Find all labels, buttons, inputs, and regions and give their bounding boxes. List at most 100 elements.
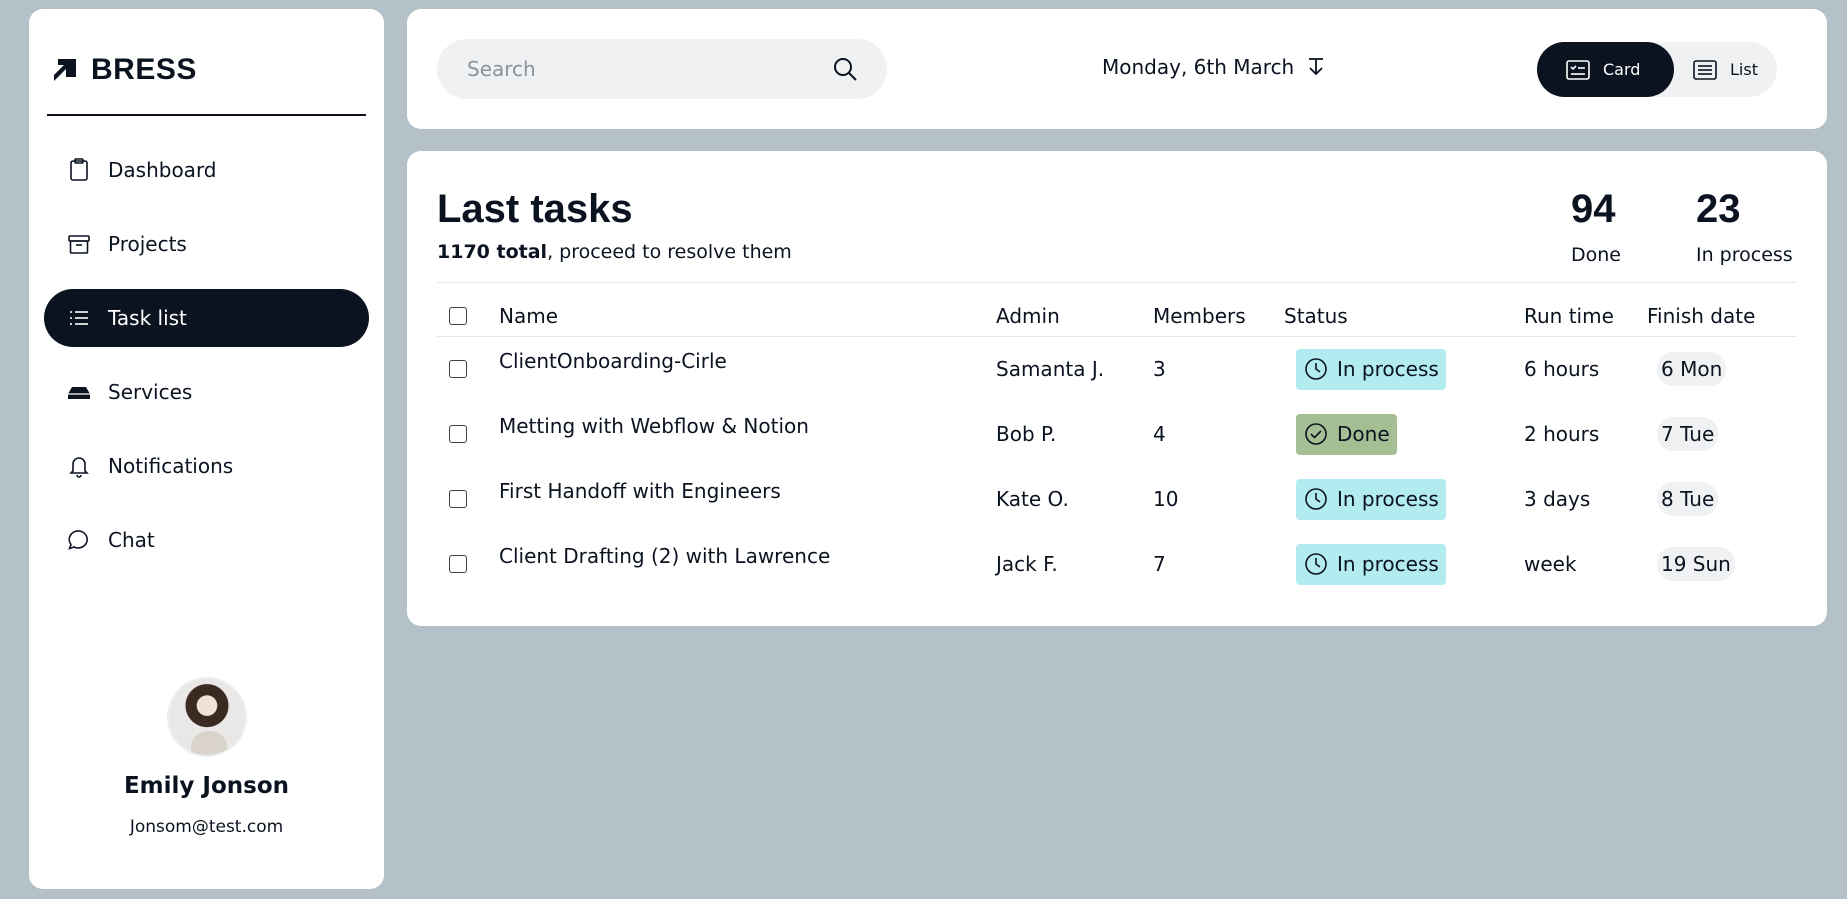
clock-icon <box>1305 553 1327 575</box>
archive-box-icon <box>68 235 90 254</box>
column-header-members[interactable]: Members <box>1153 304 1284 328</box>
sidebar-item-projects[interactable]: Projects <box>44 215 369 273</box>
search-bar <box>437 39 887 99</box>
user-profile: Emily Jonson Jonsom@test.com <box>29 677 384 837</box>
status-badge: Done <box>1296 413 1397 455</box>
tasks-total: 1170 total <box>437 241 548 263</box>
task-members: 4 <box>1153 422 1166 446</box>
status-label: In process <box>1337 357 1439 381</box>
chat-bubble-icon <box>68 530 88 550</box>
stat-in-process-label: In process <box>1696 244 1793 266</box>
status-label: Done <box>1337 422 1390 446</box>
task-name[interactable]: ClientOnboarding-Cirle <box>499 341 996 373</box>
stat-in-process-value: 23 <box>1696 187 1741 231</box>
column-header-finish-date[interactable]: Finish date <box>1647 304 1777 328</box>
column-header-name[interactable]: Name <box>499 304 996 328</box>
task-members: 3 <box>1153 357 1166 381</box>
brand[interactable]: BRESS <box>51 45 197 95</box>
sidebar-item-chat[interactable]: Chat <box>44 511 369 569</box>
page-title: Last tasks <box>437 187 633 231</box>
row-checkbox[interactable] <box>449 360 467 378</box>
list-icon <box>70 311 88 325</box>
task-admin: Jack F. <box>996 552 1058 576</box>
select-all-checkbox[interactable] <box>449 307 467 325</box>
table-row[interactable]: Metting with Webflow & Notion Bob P. 4 D… <box>437 406 1797 462</box>
stat-done-value: 94 <box>1571 187 1616 231</box>
row-checkbox[interactable] <box>449 555 467 573</box>
date-label: Monday, 6th March <box>1102 55 1295 79</box>
finish-date-pill: 8 Tue <box>1657 482 1719 516</box>
brand-name: BRESS <box>91 53 197 86</box>
clock-icon <box>1305 488 1327 510</box>
task-admin: Bob P. <box>996 422 1057 446</box>
task-members: 7 <box>1153 552 1166 576</box>
profile-name: Emily Jonson <box>123 773 290 799</box>
task-run-time: 6 hours <box>1524 357 1600 381</box>
header-divider <box>437 282 1797 283</box>
bell-icon <box>69 457 89 478</box>
brand-divider <box>47 114 366 116</box>
sidebar-item-task-list[interactable]: Task list <box>44 289 369 347</box>
table-header: Name Admin Members Status Run time Finis… <box>437 291 1797 341</box>
tasks-summary: 1170 total, proceed to resolve them <box>437 241 792 263</box>
profile-email: Jonsom@test.com <box>129 817 284 837</box>
table-row[interactable]: ClientOnboarding-Cirle Samanta J. 3 In p… <box>437 341 1797 397</box>
status-badge: In process <box>1296 478 1446 520</box>
finish-date-pill: 7 Tue <box>1657 417 1719 451</box>
list-view-button[interactable]: List <box>1682 42 1777 97</box>
sidebar-item-notifications[interactable]: Notifications <box>44 437 369 495</box>
date-sort-button[interactable]: Monday, 6th March <box>1102 55 1328 79</box>
finish-date-pill: 6 Mon <box>1657 352 1727 386</box>
sidebar-item-label: Notifications <box>108 454 234 478</box>
stat-done-label: Done <box>1571 244 1621 266</box>
status-label: In process <box>1337 487 1439 511</box>
sidebar: BRESS Dashboard Projects Task list Servi… <box>29 9 384 889</box>
task-name[interactable]: First Handoff with Engineers <box>499 471 996 503</box>
view-toggle: Card List <box>1537 42 1777 97</box>
status-badge: In process <box>1296 543 1446 585</box>
sidebar-item-dashboard[interactable]: Dashboard <box>44 141 369 199</box>
finish-date-pill: 19 Sun <box>1657 547 1735 581</box>
column-header-status[interactable]: Status <box>1284 304 1524 328</box>
row-checkbox[interactable] <box>449 490 467 508</box>
task-admin: Kate O. <box>996 487 1069 511</box>
task-run-time: 3 days <box>1524 487 1591 511</box>
sort-arrow-down-icon <box>1309 58 1324 76</box>
search-icon[interactable] <box>831 55 859 83</box>
task-name[interactable]: Metting with Webflow & Notion <box>499 406 996 438</box>
sidebar-item-label: Dashboard <box>108 158 217 182</box>
table-row[interactable]: Client Drafting (2) with Lawrence Jack F… <box>437 536 1797 592</box>
avatar[interactable] <box>166 677 247 757</box>
task-run-time: week <box>1524 552 1577 576</box>
clock-icon <box>1305 358 1327 380</box>
card-view-label: Card <box>1603 60 1641 79</box>
list-view-icon <box>1693 59 1717 80</box>
status-badge: In process <box>1296 348 1446 390</box>
status-label: In process <box>1337 552 1439 576</box>
search-input[interactable] <box>467 57 831 81</box>
task-members: 10 <box>1153 487 1179 511</box>
clipboard-icon <box>70 158 88 181</box>
tasks-panel: Last tasks 1170 total, proceed to resolv… <box>407 151 1827 626</box>
table-row[interactable]: First Handoff with Engineers Kate O. 10 … <box>437 471 1797 527</box>
sidebar-nav: Dashboard Projects Task list Services No… <box>44 141 369 585</box>
list-view-label: List <box>1730 60 1758 79</box>
check-circle-icon <box>1305 423 1327 445</box>
task-run-time: 2 hours <box>1524 422 1600 446</box>
column-header-admin[interactable]: Admin <box>996 304 1153 328</box>
sidebar-item-label: Chat <box>108 528 155 552</box>
card-view-icon <box>1566 59 1590 80</box>
stat-done: 94 Done <box>1571 187 1621 266</box>
tasks-summary-text: , proceed to resolve them <box>547 241 792 263</box>
stat-in-process: 23 In process <box>1696 187 1793 266</box>
bress-logo-icon <box>54 59 76 81</box>
task-name[interactable]: Client Drafting (2) with Lawrence <box>499 536 996 568</box>
row-checkbox[interactable] <box>449 425 467 443</box>
sidebar-item-services[interactable]: Services <box>44 363 369 421</box>
column-header-run-time[interactable]: Run time <box>1524 304 1647 328</box>
top-bar: Monday, 6th March Card List <box>407 9 1827 129</box>
drive-icon <box>68 387 90 399</box>
sidebar-item-label: Task list <box>108 306 187 330</box>
card-view-button[interactable]: Card <box>1537 42 1674 97</box>
sidebar-item-label: Projects <box>108 232 187 256</box>
